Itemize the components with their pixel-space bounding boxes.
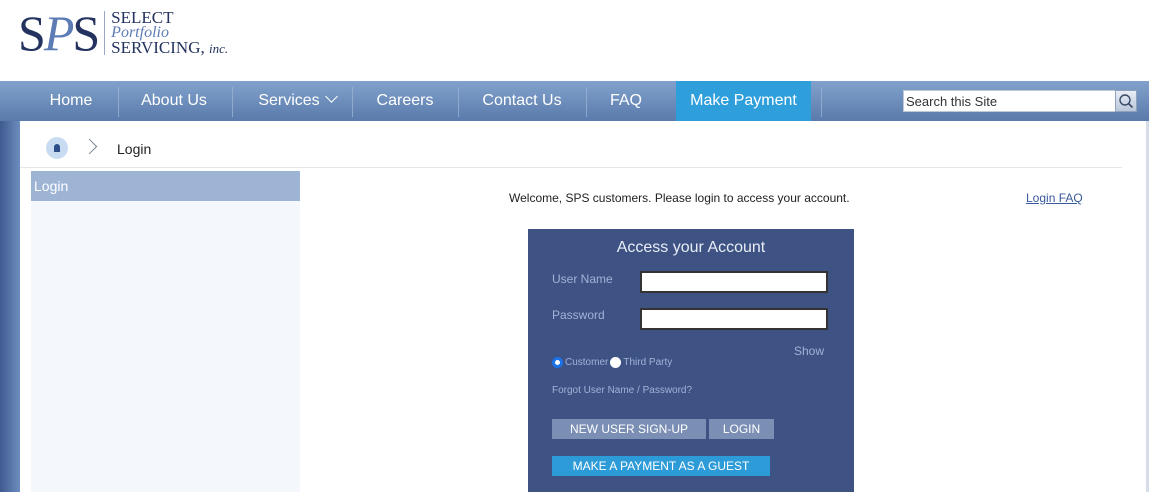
site-header: SPS SELECT Portfolio SERVICING, inc. xyxy=(0,0,1149,81)
nav-separator xyxy=(118,87,119,117)
login-panel: Access your Account User Name Password S… xyxy=(528,229,854,492)
nav-faq[interactable]: FAQ xyxy=(604,81,648,121)
sps-logo[interactable]: SPS SELECT Portfolio SERVICING, inc. xyxy=(18,8,228,58)
main-nav: Home About Us Services Careers Contact U… xyxy=(0,81,1149,121)
forgot-credentials-link[interactable]: Forgot User Name / Password? xyxy=(552,385,692,396)
password-label: Password xyxy=(552,308,605,322)
nav-contact-us[interactable]: Contact Us xyxy=(478,81,566,121)
chevron-down-icon xyxy=(324,90,338,103)
nav-separator xyxy=(232,87,233,117)
logo-wordmark: SELECT Portfolio SERVICING, inc. xyxy=(111,8,229,57)
search-icon xyxy=(1119,94,1134,109)
nav-services[interactable]: Services xyxy=(254,81,340,121)
radio-customer[interactable] xyxy=(552,357,563,368)
home-icon[interactable] xyxy=(46,137,68,159)
nav-home[interactable]: Home xyxy=(47,81,95,121)
chevron-right-icon xyxy=(81,138,98,155)
search-input[interactable] xyxy=(904,91,1106,111)
guest-payment-button[interactable]: MAKE A PAYMENT AS A GUEST xyxy=(552,456,770,476)
left-decorative-strip xyxy=(0,121,20,492)
logo-divider xyxy=(104,11,106,55)
show-password-toggle[interactable]: Show xyxy=(794,344,824,358)
radio-customer-label: Customer xyxy=(565,357,609,368)
logo-line-servicing: SERVICING, inc. xyxy=(111,38,229,57)
nav-separator xyxy=(586,87,587,117)
radio-third-party[interactable] xyxy=(610,357,622,368)
nav-careers[interactable]: Careers xyxy=(372,81,438,121)
password-field[interactable] xyxy=(640,308,828,330)
breadcrumb-current: Login xyxy=(117,141,152,157)
sidebar-heading[interactable]: Login xyxy=(31,171,300,201)
breadcrumb: Login xyxy=(20,121,1122,168)
nav-separator xyxy=(352,87,353,117)
logo-line-select: SELECT xyxy=(111,8,174,27)
panel-title: Access your Account xyxy=(616,239,766,256)
login-button[interactable]: LOGIN xyxy=(709,419,774,439)
nav-about-us[interactable]: About Us xyxy=(138,81,210,121)
user-type-radios: Customer Third Party xyxy=(552,357,672,368)
search-button[interactable] xyxy=(1115,90,1137,112)
radio-third-party-label: Third Party xyxy=(623,357,673,368)
new-user-signup-button[interactable]: NEW USER SIGN-UP xyxy=(552,419,706,439)
logo-monogram: SPS xyxy=(18,5,100,61)
site-search xyxy=(903,90,1137,112)
sidebar: Login xyxy=(31,171,300,492)
nav-make-payment[interactable]: Make Payment xyxy=(676,81,811,121)
nav-separator xyxy=(458,87,459,117)
login-faq-link[interactable]: Login FAQ xyxy=(1026,191,1083,205)
nav-separator xyxy=(821,87,822,117)
username-field[interactable] xyxy=(640,271,828,293)
welcome-text: Welcome, SPS customers. Please login to … xyxy=(509,191,850,205)
username-label: User Name xyxy=(552,272,613,286)
